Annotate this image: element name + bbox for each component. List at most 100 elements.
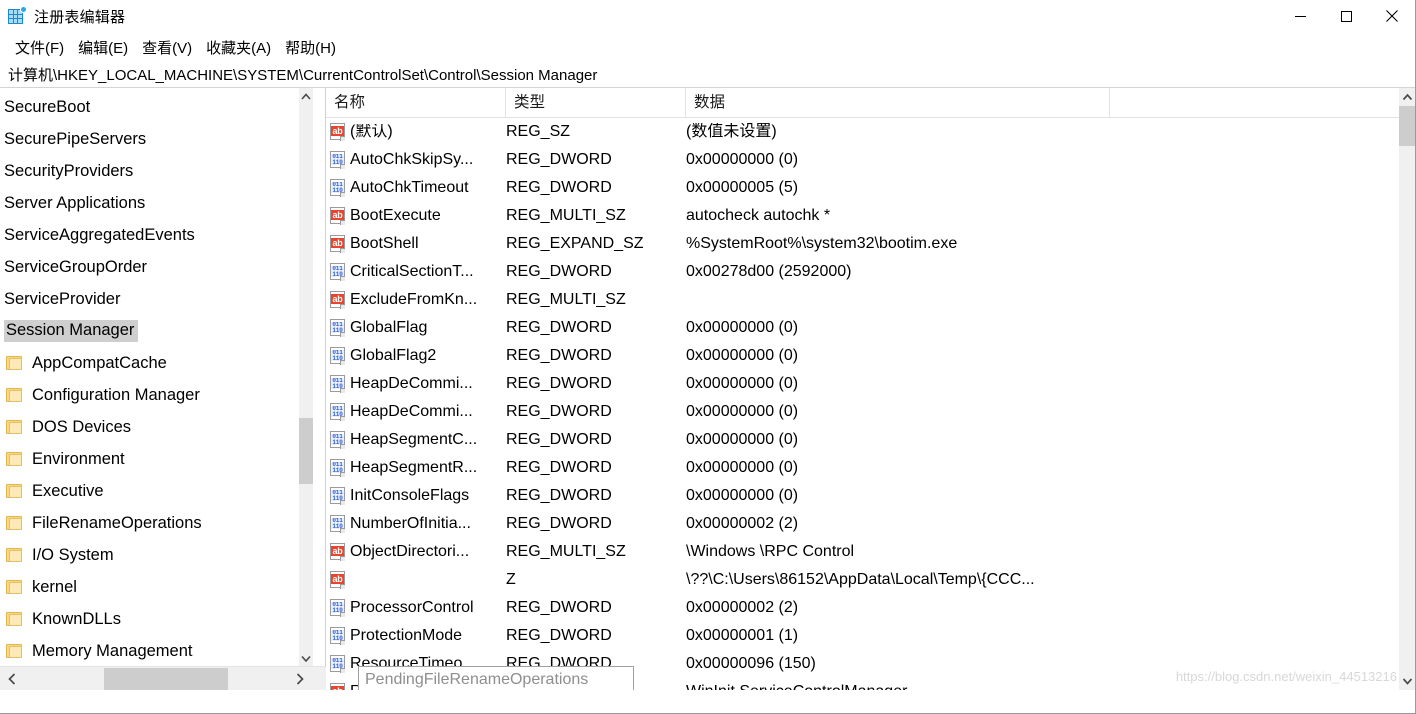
tree-scroll-down-button[interactable]: [299, 650, 313, 666]
list-scrollbar-thumb[interactable]: [1399, 106, 1415, 146]
value-name-cell: ab ObjectDirectori...: [326, 543, 506, 561]
tree-item-appcompatcache[interactable]: AppCompatCache: [0, 347, 300, 379]
value-name-cell: 011 110 HeapDeCommi...: [326, 403, 506, 421]
folder-icon: [6, 388, 22, 402]
table-row[interactable]: 011 110 HeapDeCommi... REG_DWORD 0x00000000 …: [326, 370, 1415, 398]
table-row[interactable]: 011 110 HeapSegmentR... REG_DWORD 0x00000000…: [326, 454, 1415, 482]
value-name: (默认): [350, 124, 393, 140]
tree-scroll-right-button[interactable]: [288, 667, 312, 690]
list-vertical-scrollbar[interactable]: [1399, 88, 1415, 690]
dword-value-icon: 011 110: [329, 459, 346, 477]
string-value-icon: ab: [329, 123, 346, 141]
tree-item-configuration-manager[interactable]: Configuration Manager: [0, 379, 300, 411]
close-icon: [1386, 10, 1398, 22]
value-name: CriticalSectionT...: [350, 264, 474, 280]
maximize-button[interactable]: [1323, 0, 1369, 32]
table-row[interactable]: 011 110 CriticalSectionT... REG_DWORD 0x0027…: [326, 258, 1415, 286]
value-type-cell: REG_MULTI_SZ: [506, 543, 686, 561]
table-row[interactable]: 011 110 ProcessorControl REG_DWORD 0x0000000…: [326, 594, 1415, 622]
tree-item-session-manager[interactable]: Session Manager: [0, 315, 300, 347]
value-data: 0x00278d00 (2592000): [686, 263, 852, 280]
tree-item-label: Server Applications: [4, 193, 146, 212]
table-row[interactable]: 011 110 HeapSegmentC... REG_DWORD 0x00000000…: [326, 426, 1415, 454]
value-name: NumberOfInitia...: [350, 516, 471, 532]
value-name-cell: 011 110 GlobalFlag2: [326, 347, 506, 365]
table-row[interactable]: ab BootShell REG_EXPAND_SZ %SystemRoot%\sys…: [326, 230, 1415, 258]
table-row[interactable]: 011 110 GlobalFlag2 REG_DWORD 0x00000000 (0): [326, 342, 1415, 370]
table-row[interactable]: 011 110 InitConsoleFlags REG_DWORD 0x0000000…: [326, 482, 1415, 510]
value-data: 0x00000000 (0): [686, 319, 799, 336]
tree-item-secureboot[interactable]: SecureBoot: [0, 91, 300, 123]
table-row[interactable]: 011 110 ProtectionMode REG_DWORD 0x00000001 …: [326, 622, 1415, 650]
window-title: 注册表编辑器: [34, 8, 126, 26]
table-row[interactable]: 011 110 GlobalFlag REG_DWORD 0x00000000 (0): [326, 314, 1415, 342]
value-data-cell: autocheck autochk *: [686, 207, 1415, 225]
tree-item-label: SecurityProviders: [4, 161, 134, 180]
table-row[interactable]: ab (默认) REG_SZ (数值未设置): [326, 118, 1415, 146]
table-row[interactable]: 011 110 AutoChkTimeout REG_DWORD 0x00000005 …: [326, 174, 1415, 202]
value-data: (数值未设置): [686, 123, 777, 140]
table-row[interactable]: ab BootExecute REG_MULTI_SZ autocheck autoc…: [326, 202, 1415, 230]
tree-item-dos-devices[interactable]: DOS Devices: [0, 411, 300, 443]
value-data: WinInit ServiceControlManager: [686, 683, 907, 691]
scrollbar-corner: [312, 667, 326, 690]
tree-item-i-o-system[interactable]: I/O System: [0, 539, 300, 571]
tree-scrollbar-thumb[interactable]: [299, 418, 313, 484]
column-header-type[interactable]: 类型: [506, 88, 686, 118]
tree-item-executive[interactable]: Executive: [0, 475, 300, 507]
table-row[interactable]: 011 110 NumberOfInitia... REG_DWORD 0x000000…: [326, 510, 1415, 538]
tree-item-serviceaggregatedevents[interactable]: ServiceAggregatedEvents: [0, 219, 300, 251]
value-type-cell: Z: [506, 571, 686, 589]
value-name-cell: ab BootShell: [326, 235, 506, 253]
dword-value-icon: 011 110: [329, 347, 346, 365]
value-data: %SystemRoot%\system32\bootim.exe: [686, 235, 958, 252]
menu-favorites[interactable]: 收藏夹(A): [199, 35, 278, 60]
table-row[interactable]: 011 110 AutoChkSkipSy... REG_DWORD 0x0000000…: [326, 146, 1415, 174]
list-scroll-down-button[interactable]: [1399, 672, 1415, 690]
tree-item-server-applications[interactable]: Server Applications: [0, 187, 300, 219]
dword-value-icon: 011 110: [329, 263, 346, 281]
tree-vertical-scrollbar[interactable]: [299, 88, 313, 666]
table-row[interactable]: ab Z \??\C:\Users\86152\AppData\Local\Temp…: [326, 566, 1415, 594]
menu-file[interactable]: 文件(F): [8, 35, 71, 60]
value-type: REG_DWORD: [506, 627, 612, 644]
value-name: HeapDeCommi...: [350, 376, 473, 392]
tree-item-servicegrouporder[interactable]: ServiceGroupOrder: [0, 251, 300, 283]
tree-scroll-left-button[interactable]: [0, 667, 24, 690]
table-row[interactable]: ab ObjectDirectori... REG_MULTI_SZ \Windows…: [326, 538, 1415, 566]
folder-icon: [6, 452, 22, 466]
tree-item-serviceprovider[interactable]: ServiceProvider: [0, 283, 300, 315]
close-button[interactable]: [1369, 0, 1415, 32]
rename-value-input[interactable]: PendingFileRenameOperations: [358, 666, 634, 690]
tree-scroll-up-button[interactable]: [299, 88, 313, 104]
value-type-cell: REG_DWORD: [506, 403, 686, 421]
menu-view[interactable]: 查看(V): [135, 35, 199, 60]
tree-item-environment[interactable]: Environment: [0, 443, 300, 475]
menu-edit[interactable]: 编辑(E): [71, 35, 135, 60]
tree-item-securityproviders[interactable]: SecurityProviders: [0, 155, 300, 187]
column-header-data[interactable]: 数据: [686, 88, 1110, 118]
tree-item-securepipeservers[interactable]: SecurePipeServers: [0, 123, 300, 155]
window-controls: [1277, 0, 1415, 32]
value-data-cell: 0x00000002 (2): [686, 515, 1415, 533]
list-scroll-up-button[interactable]: [1399, 88, 1415, 106]
registry-editor-icon: [8, 6, 27, 25]
address-bar[interactable]: 计算机\HKEY_LOCAL_MACHINE\SYSTEM\CurrentCon…: [0, 62, 1415, 88]
tree-hscrollbar-thumb[interactable]: [104, 668, 228, 690]
tree-item-filerenameoperations[interactable]: FileRenameOperations: [0, 507, 300, 539]
value-type-cell: REG_DWORD: [506, 515, 686, 533]
tree-item-knowndlls[interactable]: KnownDLLs: [0, 603, 300, 635]
dword-value-icon: 011 110: [329, 403, 346, 421]
tree-item-kernel[interactable]: kernel: [0, 571, 300, 603]
dword-value-icon: 011 110: [329, 515, 346, 533]
tree-item-memory-management[interactable]: Memory Management: [0, 635, 300, 666]
folder-icon: [6, 580, 22, 594]
table-row[interactable]: ab ExcludeFromKn... REG_MULTI_SZ: [326, 286, 1415, 314]
column-header-name[interactable]: 名称: [326, 88, 506, 118]
tree-item-label: Session Manager: [4, 320, 139, 342]
tree-horizontal-scrollbar[interactable]: [0, 666, 326, 690]
menu-help[interactable]: 帮助(H): [278, 35, 343, 60]
table-row[interactable]: 011 110 HeapDeCommi... REG_DWORD 0x00000000 …: [326, 398, 1415, 426]
value-data: 0x00000000 (0): [686, 487, 799, 504]
minimize-button[interactable]: [1277, 0, 1323, 32]
